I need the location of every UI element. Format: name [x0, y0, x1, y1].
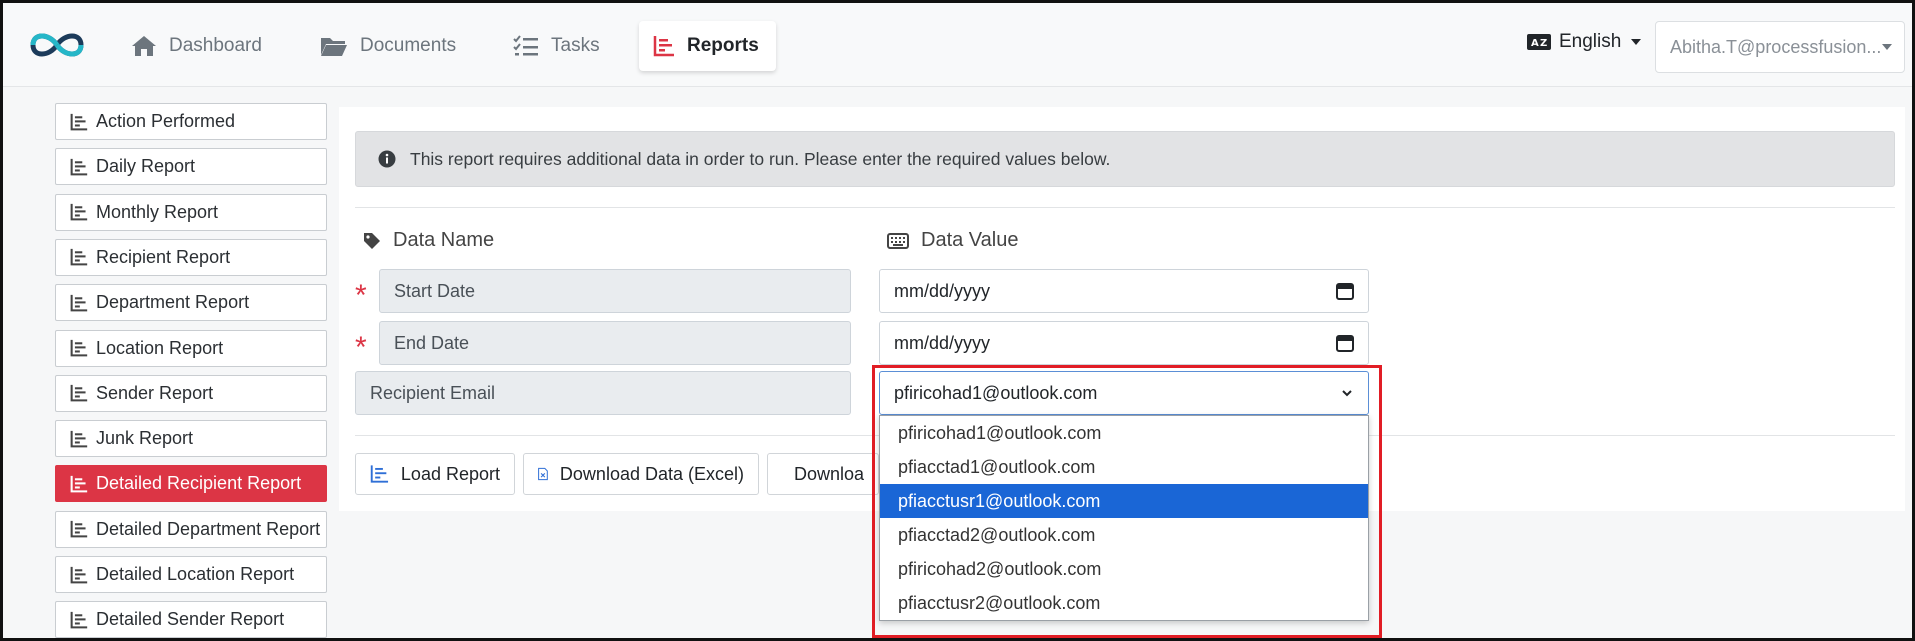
user-menu[interactable]: Abitha.T@processfusion...	[1655, 21, 1905, 73]
dropdown-option[interactable]: pfiacctusr1@outlook.com	[880, 484, 1368, 518]
download-csv-button[interactable]: Downloa	[767, 453, 879, 495]
chart-icon	[70, 158, 88, 176]
sidebar-item-daily-report[interactable]: Daily Report	[55, 148, 327, 186]
sidebar-item-junk-report[interactable]: Junk Report	[55, 420, 327, 458]
start-date-input[interactable]: mm/dd/yyyy	[879, 269, 1369, 313]
home-icon	[132, 36, 156, 56]
sidebar-item-monthly-report[interactable]: Monthly Report	[55, 193, 327, 231]
chart-icon	[70, 203, 88, 221]
chart-icon	[70, 521, 88, 538]
sidebar-item-label: Detailed Department Report	[96, 518, 321, 539]
chart-icon	[70, 385, 88, 402]
folder-icon	[321, 38, 347, 56]
nav-dashboard[interactable]: Dashboard	[117, 21, 276, 71]
download-excel-label: Download Data (Excel)	[559, 463, 744, 484]
nav-documents-label: Documents	[360, 35, 457, 56]
chart-icon	[70, 566, 88, 583]
keyboard-icon	[887, 232, 909, 249]
tasks-icon	[513, 35, 538, 56]
nav-dashboard-label: Dashboard	[169, 35, 262, 56]
sidebar-item-detailed-department-report[interactable]: Detailed Department Report	[55, 510, 327, 548]
data-name-header: Data Name	[363, 229, 494, 252]
load-report-button[interactable]: Load Report	[355, 453, 515, 495]
sidebar-item-label: Junk Report	[96, 428, 194, 449]
top-navbar: Dashboard Documents Tasks Reports AZ Eng…	[3, 3, 1912, 87]
chevron-down-icon	[1882, 44, 1892, 50]
start-date-label: Start Date	[394, 280, 476, 301]
chart-icon	[70, 611, 88, 629]
chart-icon	[653, 36, 674, 57]
nav-reports[interactable]: Reports	[639, 21, 776, 71]
app-window: Dashboard Documents Tasks Reports AZ Eng…	[0, 0, 1915, 641]
infinity-logo-icon[interactable]	[27, 27, 87, 63]
sidebar-item-label: Department Report	[96, 292, 250, 313]
end-date-label: End Date	[394, 332, 470, 353]
sidebar-item-recipient-report[interactable]: Recipient Report	[55, 238, 327, 276]
data-value-header-label: Data Value	[921, 229, 1019, 251]
language-icon: AZ	[1527, 34, 1551, 50]
start-date-label-box: Start Date	[379, 269, 851, 313]
tag-icon	[364, 232, 380, 249]
start-date-value: mm/dd/yyyy	[894, 280, 991, 301]
sidebar-item-label: Location Report	[96, 337, 224, 358]
required-asterisk: *	[355, 279, 367, 312]
sidebar-item-label: Detailed Recipient Report	[96, 473, 302, 494]
svg-text:Z: Z	[1540, 38, 1547, 49]
sidebar-item-detailed-recipient-report[interactable]: Detailed Recipient Report	[55, 465, 327, 503]
dropdown-option[interactable]: pfiacctad1@outlook.com	[880, 450, 1368, 484]
chart-icon	[70, 430, 88, 447]
sidebar-item-detailed-location-report[interactable]: Detailed Location Report	[55, 556, 327, 593]
download-excel-button[interactable]: Download Data (Excel)	[523, 453, 759, 495]
recipient-email-dropdown[interactable]: pfiricohad1@outlook.com pfiacctad1@outloo…	[879, 415, 1369, 621]
dropdown-option[interactable]: pfiricohad2@outlook.com	[880, 552, 1368, 586]
language-label: English	[1559, 31, 1622, 52]
sidebar-item-sender-report[interactable]: Sender Report	[55, 374, 327, 412]
sidebar-item-label: Sender Report	[96, 382, 214, 403]
load-report-label: Load Report	[400, 463, 500, 484]
sidebar-item-location-report[interactable]: Location Report	[55, 329, 327, 367]
chart-icon	[370, 465, 389, 483]
sidebar-item-action-performed[interactable]: Action Performed	[55, 103, 327, 140]
sidebar-item-label: Detailed Location Report	[96, 564, 295, 584]
recipient-email-label-box: Recipient Email	[355, 371, 851, 415]
recipient-email-label: Recipient Email	[370, 382, 496, 403]
chart-icon	[70, 475, 88, 493]
svg-text:A: A	[1531, 38, 1539, 49]
chart-icon	[70, 294, 88, 312]
data-name-header-label: Data Name	[393, 229, 495, 251]
sidebar-item-label: Action Performed	[96, 111, 236, 131]
sidebar-item-label: Recipient Report	[96, 246, 231, 267]
calendar-icon[interactable]	[1336, 334, 1354, 352]
end-date-value: mm/dd/yyyy	[894, 332, 991, 353]
nav-tasks-label: Tasks	[551, 35, 600, 56]
nav-tasks[interactable]: Tasks	[499, 21, 614, 71]
sidebar-item-label: Detailed Sender Report	[96, 609, 285, 630]
end-date-label-box: End Date	[379, 321, 851, 365]
required-asterisk: *	[355, 331, 367, 364]
alert-text: This report requires additional data in …	[410, 148, 1111, 169]
chart-icon	[70, 339, 88, 357]
calendar-icon[interactable]	[1336, 282, 1354, 300]
chart-icon	[70, 249, 88, 266]
nav-documents[interactable]: Documents	[306, 21, 470, 71]
language-dropdown[interactable]: AZ English	[1527, 31, 1642, 53]
sidebar-item-detailed-sender-report[interactable]: Detailed Sender Report	[55, 601, 327, 638]
data-value-header: Data Value	[887, 229, 1018, 252]
info-alert: This report requires additional data in …	[355, 131, 1895, 187]
user-email: Abitha.T@processfusion...	[1670, 36, 1882, 57]
divider	[355, 207, 1895, 208]
dropdown-option[interactable]: pfiacctusr2@outlook.com	[880, 586, 1368, 620]
chart-icon	[70, 113, 88, 130]
download-csv-label: Downloa	[794, 463, 865, 484]
nav-reports-label: Reports	[687, 35, 759, 56]
sidebar-item-label: Monthly Report	[96, 201, 219, 222]
info-icon	[378, 150, 396, 168]
end-date-input[interactable]: mm/dd/yyyy	[879, 321, 1369, 365]
excel-file-icon	[538, 467, 548, 481]
dropdown-option[interactable]: pfiricohad1@outlook.com	[880, 416, 1368, 450]
sidebar-item-department-report[interactable]: Department Report	[55, 284, 327, 322]
dropdown-option[interactable]: pfiacctad2@outlook.com	[880, 518, 1368, 552]
sidebar-item-label: Daily Report	[96, 156, 196, 177]
chevron-down-icon	[1631, 39, 1642, 45]
